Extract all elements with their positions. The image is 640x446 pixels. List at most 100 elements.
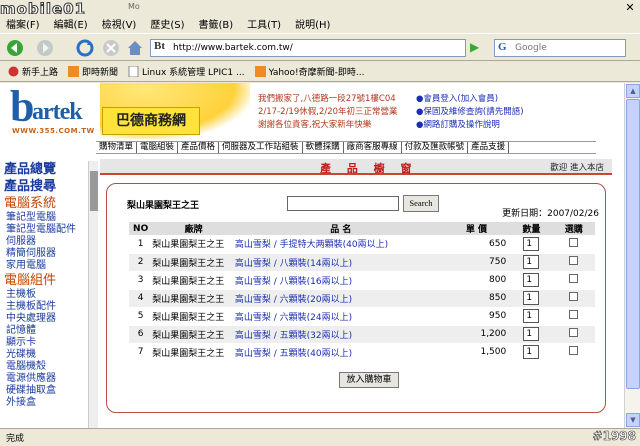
select-checkbox[interactable] <box>569 256 579 265</box>
quantity-input[interactable]: 1 <box>523 327 540 341</box>
sidebar-item[interactable]: 中央處理器 <box>0 313 98 325</box>
nav-link[interactable]: 廠商客服專線 <box>344 142 402 153</box>
add-to-cart-button[interactable]: 放入購物車 <box>339 372 399 388</box>
sidebar-item[interactable]: 家用電腦 <box>0 260 98 272</box>
sidebar-item[interactable]: 電腦機殼 <box>0 361 98 373</box>
sidebar-scrollbar[interactable] <box>88 161 98 428</box>
row-qty-cell: 1 <box>510 253 553 272</box>
stop-icon[interactable] <box>102 39 120 57</box>
go-icon[interactable]: ▶ <box>470 40 484 56</box>
menu-file[interactable]: 檔案(F) <box>6 16 40 31</box>
row-product-link[interactable]: 高山雪梨 / 八顆裝(16兩以上) <box>234 271 447 290</box>
order-guide-link[interactable]: ●網路訂購及操作說明 <box>416 119 524 132</box>
forward-icon[interactable] <box>36 39 54 57</box>
nav-link[interactable]: 付款及匯款帳號 <box>402 142 469 153</box>
row-select-cell <box>552 235 595 254</box>
row-no: 1 <box>129 235 153 254</box>
row-product-link[interactable]: 高山雪梨 / 五顆裝(40兩以上) <box>234 343 447 362</box>
table-row: 3 梨山果園梨王之王 高山雪梨 / 八顆裝(16兩以上) 800 1 <box>129 271 595 290</box>
row-select-cell <box>552 289 595 308</box>
row-no: 5 <box>129 307 153 326</box>
quantity-input[interactable]: 1 <box>523 255 540 269</box>
scroll-down-icon[interactable]: ▼ <box>626 413 640 427</box>
row-product-link[interactable]: 高山雪梨 / 八顆裝(14兩以上) <box>234 253 447 272</box>
member-links: ●會員登入(加入會員) ●保固及維修查詢(請先開語) ●網路訂購及操作說明 <box>416 93 524 132</box>
warranty-link[interactable]: ●保固及維修查詢(請先開語) <box>416 106 524 119</box>
menu-help[interactable]: 說明(H) <box>295 16 330 31</box>
row-product-link[interactable]: 高山雪梨 / 六顆裝(20兩以上) <box>234 289 447 308</box>
bookmark-item[interactable]: Linux 系統管理 LPIC1 ... <box>128 65 245 78</box>
sidebar-link[interactable]: 產品搜尋 <box>0 178 98 195</box>
col-qty: 數量 <box>510 222 553 235</box>
bookmark-item[interactable]: Yahoo!奇摩新聞-即時... <box>254 65 365 78</box>
select-checkbox[interactable] <box>569 328 579 337</box>
search-box[interactable]: G <box>494 39 626 57</box>
scrollbar-thumb[interactable] <box>90 171 98 211</box>
nav-link[interactable]: 伺服器及工作站組裝 <box>219 142 303 153</box>
quantity-input[interactable]: 1 <box>523 273 540 287</box>
product-box: 梨山果園梨王之王 Search 更新日期：2007/02/26 NO 廠牌 品 … <box>106 183 606 413</box>
table-row: 6 梨山果園梨王之王 高山雪梨 / 五顆裝(32兩以上) 1,200 1 <box>129 325 595 344</box>
url-bar[interactable]: Bt <box>150 39 466 57</box>
bookmark-item[interactable]: 即時新聞 <box>68 65 118 78</box>
product-search-input[interactable] <box>287 196 399 211</box>
sidebar-section-title[interactable]: 電腦系統 <box>0 195 98 212</box>
sidebar-item[interactable]: 主機板配件 <box>0 301 98 313</box>
page-scrollbar[interactable]: ▲ ▼ <box>624 83 640 428</box>
reload-icon[interactable] <box>76 39 94 57</box>
scroll-up-icon[interactable]: ▲ <box>626 84 640 98</box>
quantity-input[interactable]: 1 <box>523 309 540 323</box>
site-logo[interactable]: b artek WWW.355.COM.TW <box>10 85 106 136</box>
sidebar-item[interactable]: 精簡伺服器 <box>0 248 98 260</box>
search-button[interactable]: Search <box>403 195 439 212</box>
quantity-input[interactable]: 1 <box>523 291 540 305</box>
menu-edit[interactable]: 編輯(E) <box>54 16 88 31</box>
scrollbar-thumb[interactable] <box>626 99 640 389</box>
login-link[interactable]: ●會員登入(加入會員) <box>416 93 524 106</box>
nav-link[interactable]: 產品支援 <box>468 142 510 153</box>
search-input[interactable] <box>515 43 615 53</box>
sidebar-section-title[interactable]: 電腦組件 <box>0 272 98 289</box>
select-checkbox[interactable] <box>569 274 579 283</box>
select-checkbox[interactable] <box>569 292 579 301</box>
back-icon[interactable] <box>6 39 24 57</box>
row-product-link[interactable]: 高山雪梨 / 六顆裝(24兩以上) <box>234 307 447 326</box>
panel-title: 產 品 櫥 窗 <box>320 162 418 175</box>
sidebar-item[interactable]: 硬碟抽取盒 <box>0 385 98 397</box>
select-checkbox[interactable] <box>569 346 579 355</box>
sidebar-item[interactable]: 主機板 <box>0 289 98 301</box>
row-product-link[interactable]: 高山雪梨 / 五顆裝(32兩以上) <box>234 325 447 344</box>
close-icon[interactable]: ✕ <box>624 2 636 14</box>
sidebar-item[interactable]: 筆記型電腦配件 <box>0 224 98 236</box>
url-input[interactable] <box>173 43 453 53</box>
bookmarks-toolbar: 新手上路 即時新聞 Linux 系統管理 LPIC1 ... Yahoo!奇摩新… <box>0 62 640 82</box>
row-qty-cell: 1 <box>510 325 553 344</box>
page-icon <box>128 66 139 77</box>
sidebar-item[interactable]: 顯示卡 <box>0 337 98 349</box>
bookmark-item[interactable]: 新手上路 <box>8 65 58 78</box>
nav-link[interactable]: 產品價格 <box>178 142 220 153</box>
row-price: 950 <box>446 307 511 326</box>
quantity-input[interactable]: 1 <box>523 345 540 359</box>
nav-link[interactable]: 軟體採購 <box>303 142 344 153</box>
menu-bookmarks[interactable]: 書籤(B) <box>199 16 234 31</box>
menu-view[interactable]: 檢視(V) <box>102 16 137 31</box>
menu-history[interactable]: 歷史(S) <box>150 16 184 31</box>
sidebar-item[interactable]: 電源供應器 <box>0 373 98 385</box>
quantity-input[interactable]: 1 <box>523 236 540 251</box>
menu-tools[interactable]: 工具(T) <box>247 16 281 31</box>
nav-link[interactable]: 購物清單 <box>96 142 138 153</box>
sidebar-link[interactable]: 產品總覽 <box>0 161 98 178</box>
row-price: 650 <box>446 235 511 254</box>
select-checkbox[interactable] <box>569 310 579 319</box>
sidebar-item[interactable]: 伺服器 <box>0 236 98 248</box>
row-product-link[interactable]: 高山雪梨 / 手提特大两顆裝(40兩以上) <box>234 235 447 254</box>
sidebar-item[interactable]: 筆記型電腦 <box>0 212 98 224</box>
sidebar-item[interactable]: 外接盒 <box>0 397 98 409</box>
row-no: 4 <box>129 289 153 308</box>
home-icon[interactable] <box>126 39 144 57</box>
select-checkbox[interactable] <box>569 237 579 247</box>
sidebar-item[interactable]: 光碟機 <box>0 349 98 361</box>
nav-link[interactable]: 電腦組裝 <box>137 142 179 153</box>
sidebar-item[interactable]: 記憶體 <box>0 325 98 337</box>
